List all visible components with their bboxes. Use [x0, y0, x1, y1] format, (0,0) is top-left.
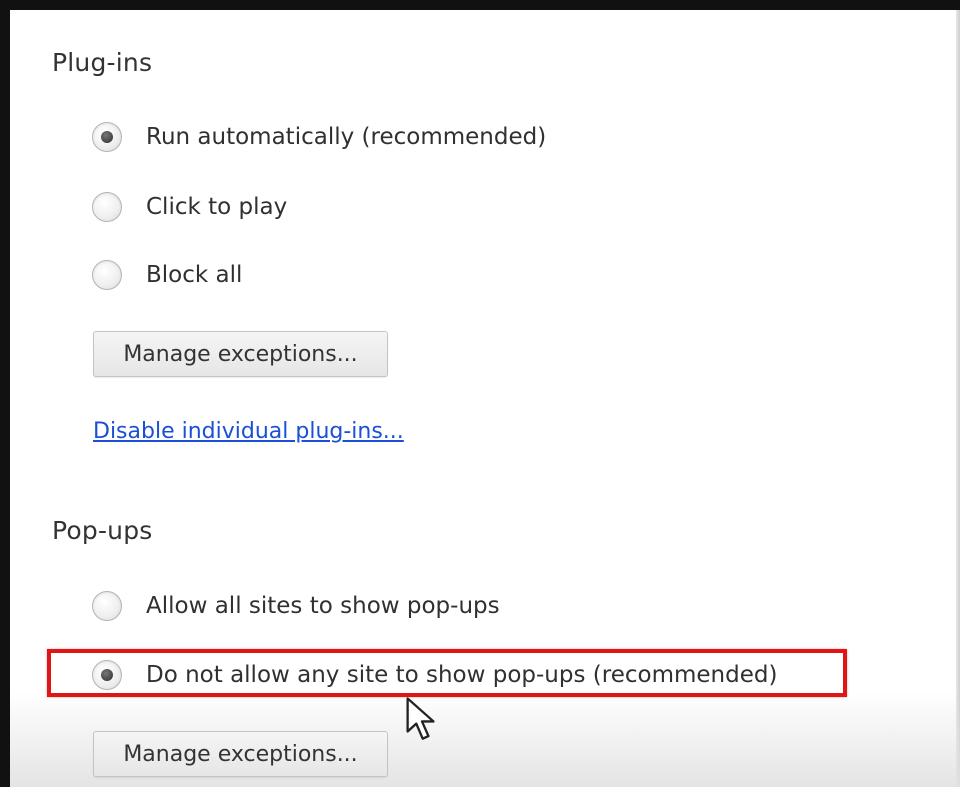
disable-individual-plugins-link[interactable]: Disable individual plug-ins... — [93, 419, 404, 444]
radio-label: Click to play — [146, 194, 288, 220]
window-frame-right — [956, 10, 960, 787]
radio-checked-icon[interactable] — [92, 122, 122, 152]
window-frame-left — [0, 0, 10, 787]
radio-unchecked-icon[interactable] — [92, 591, 122, 621]
radio-label: Run automatically (recommended) — [146, 124, 547, 150]
radio-label: Allow all sites to show pop-ups — [146, 593, 500, 619]
plugins-section-title: Plug-ins — [52, 48, 153, 77]
radio-unchecked-icon[interactable] — [92, 192, 122, 222]
highlight-annotation-box — [47, 649, 847, 697]
radio-label: Block all — [146, 262, 243, 288]
popups-manage-exceptions-button[interactable]: Manage exceptions... — [93, 731, 388, 777]
radio-block-all[interactable]: Block all — [92, 260, 242, 290]
window-frame-top — [0, 0, 960, 10]
radio-unchecked-icon[interactable] — [92, 260, 122, 290]
mouse-pointer-icon — [406, 697, 435, 740]
radio-run-automatically[interactable]: Run automatically (recommended) — [92, 122, 546, 152]
popups-section-title: Pop-ups — [52, 516, 153, 545]
radio-click-to-play[interactable]: Click to play — [92, 192, 287, 222]
radio-allow-all-popups[interactable]: Allow all sites to show pop-ups — [92, 591, 500, 621]
plugins-manage-exceptions-button[interactable]: Manage exceptions... — [93, 331, 388, 377]
